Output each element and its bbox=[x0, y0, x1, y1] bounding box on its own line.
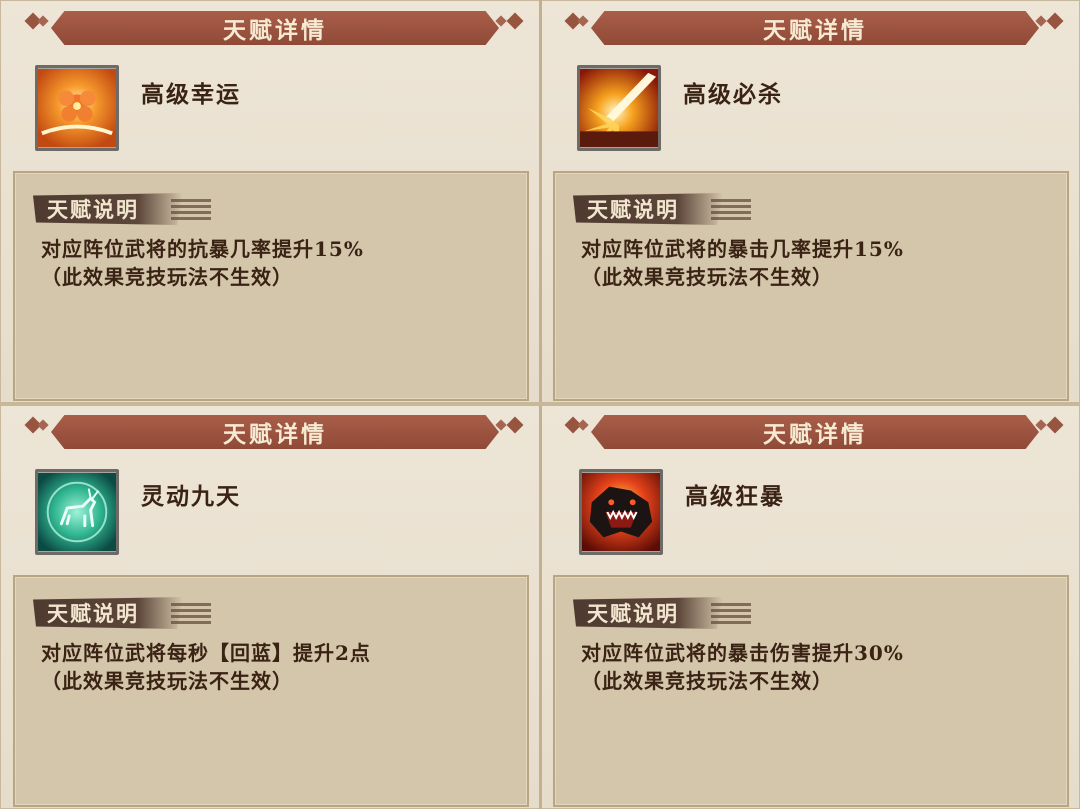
beast-fury-icon-graphic bbox=[582, 473, 660, 551]
description-line-2: （此效果竞技玩法不生效） bbox=[41, 669, 293, 693]
panel-title: 天赋详情 bbox=[223, 421, 327, 448]
header-ornament bbox=[37, 15, 49, 27]
skill-name: 高级必杀 bbox=[683, 81, 783, 108]
section-tag: 天赋说明 bbox=[573, 595, 751, 631]
description-box: 天赋说明 对应阵位武将的抗暴几率提升15% （此效果竞技玩法不生效） bbox=[13, 171, 529, 401]
section-label: 天赋说明 bbox=[47, 197, 139, 222]
fire-flower-icon[interactable] bbox=[35, 65, 119, 151]
talent-panel-1: 天赋详情 高级幸运 天赋说明 对应阵位武将的抗暴几率提升15% （此效果竞技玩法… bbox=[0, 0, 540, 404]
critical-slash-icon-graphic bbox=[580, 69, 658, 147]
header-ornament bbox=[577, 419, 589, 431]
panel-title: 天赋详情 bbox=[763, 17, 867, 44]
header-ornament bbox=[1046, 416, 1064, 434]
header-ornament bbox=[506, 12, 524, 30]
description-line-1: 对应阵位武将的抗暴几率提升15% bbox=[41, 237, 364, 261]
header-ornament bbox=[506, 416, 524, 434]
description-line-1: 对应阵位武将的暴击几率提升15% bbox=[581, 237, 904, 261]
header-ornament bbox=[1046, 12, 1064, 30]
section-label: 天赋说明 bbox=[47, 601, 139, 626]
description-line-1: 对应阵位武将的暴击伤害提升30% bbox=[581, 641, 904, 665]
description-line-1: 对应阵位武将每秒【回蓝】提升2点 bbox=[41, 641, 371, 665]
tag-brush-tail bbox=[711, 603, 751, 625]
critical-slash-icon[interactable] bbox=[577, 65, 661, 151]
description-line-2: （此效果竞技玩法不生效） bbox=[581, 669, 833, 693]
talent-panel-2: 天赋详情 高级必杀 天赋说明 对应阵位武将的暴击几率提升15% （此效果竞技玩法… bbox=[540, 0, 1080, 404]
panel-header: 天赋详情 bbox=[591, 11, 1039, 45]
tag-brush-tail bbox=[711, 199, 751, 221]
talent-detail-grid: 天赋详情 高级幸运 天赋说明 对应阵位武将的抗暴几率提升15% （此效果竞技玩法… bbox=[0, 0, 1080, 809]
section-label: 天赋说明 bbox=[587, 601, 679, 626]
panel-divider-horizontal bbox=[0, 402, 1080, 406]
panel-title: 天赋详情 bbox=[763, 421, 867, 448]
section-tag: 天赋说明 bbox=[33, 595, 211, 631]
section-tag: 天赋说明 bbox=[573, 191, 751, 227]
section-tag: 天赋说明 bbox=[33, 191, 211, 227]
description-text: 对应阵位武将的暴击几率提升15% （此效果竞技玩法不生效） bbox=[581, 235, 1061, 291]
panel-header: 天赋详情 bbox=[51, 415, 499, 449]
spirit-deer-icon-graphic bbox=[38, 473, 116, 551]
header-ornament bbox=[577, 15, 589, 27]
description-box: 天赋说明 对应阵位武将的暴击几率提升15% （此效果竞技玩法不生效） bbox=[553, 171, 1069, 401]
description-box: 天赋说明 对应阵位武将的暴击伤害提升30% （此效果竞技玩法不生效） bbox=[553, 575, 1069, 807]
talent-panel-3: 天赋详情 灵动九天 天赋说明 对应阵位武将每秒【回蓝】提升2点 （此效果竞技玩法… bbox=[0, 404, 540, 809]
description-text: 对应阵位武将的暴击伤害提升30% （此效果竞技玩法不生效） bbox=[581, 639, 1061, 695]
panel-header: 天赋详情 bbox=[51, 11, 499, 45]
panel-header: 天赋详情 bbox=[591, 415, 1039, 449]
description-box: 天赋说明 对应阵位武将每秒【回蓝】提升2点 （此效果竞技玩法不生效） bbox=[13, 575, 529, 807]
panel-title: 天赋详情 bbox=[223, 17, 327, 44]
tag-brush-tail bbox=[171, 199, 211, 221]
section-label: 天赋说明 bbox=[587, 197, 679, 222]
skill-name: 灵动九天 bbox=[141, 483, 241, 510]
skill-name: 高级狂暴 bbox=[685, 483, 785, 510]
header-ornament bbox=[37, 419, 49, 431]
beast-fury-icon[interactable] bbox=[579, 469, 663, 555]
description-line-2: （此效果竞技玩法不生效） bbox=[41, 265, 293, 289]
description-text: 对应阵位武将的抗暴几率提升15% （此效果竞技玩法不生效） bbox=[41, 235, 521, 291]
description-line-2: （此效果竞技玩法不生效） bbox=[581, 265, 833, 289]
description-text: 对应阵位武将每秒【回蓝】提升2点 （此效果竞技玩法不生效） bbox=[41, 639, 521, 695]
talent-panel-4: 天赋详情 高级狂暴 天赋说明 对应阵位武将的暴击伤害提升30% （此效果竞技玩法… bbox=[540, 404, 1080, 809]
tag-brush-tail bbox=[171, 603, 211, 625]
fire-flower-icon-graphic bbox=[38, 69, 116, 147]
skill-name: 高级幸运 bbox=[141, 81, 241, 108]
spirit-deer-icon[interactable] bbox=[35, 469, 119, 555]
